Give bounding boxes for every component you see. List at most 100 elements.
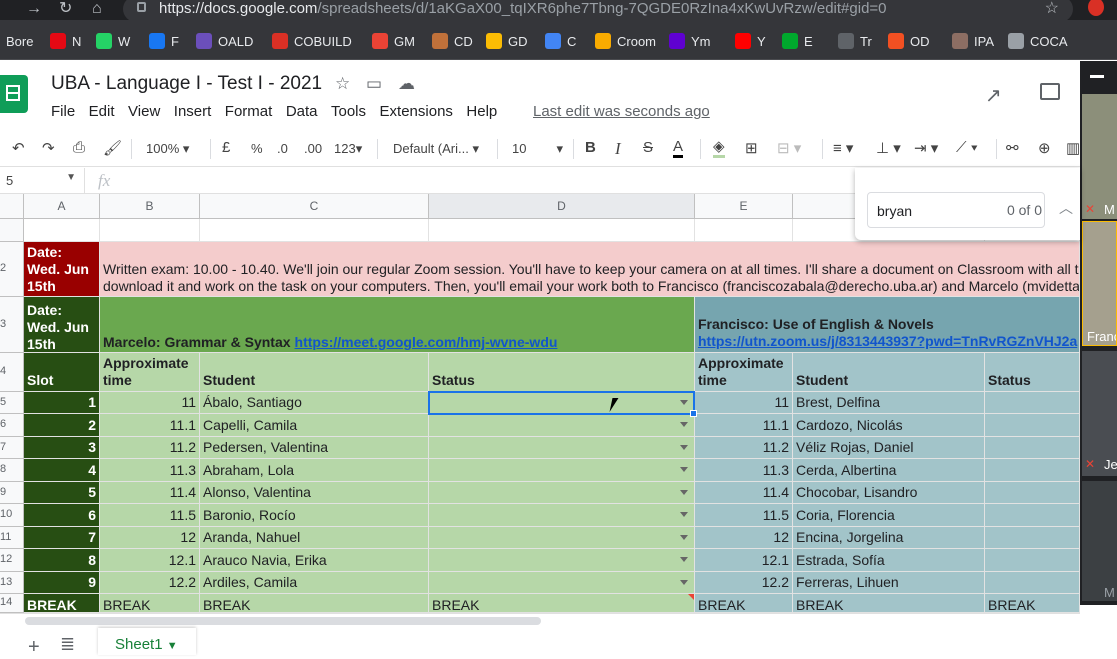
menu-view[interactable]: View (128, 103, 160, 120)
slot-cell[interactable]: 2 (24, 414, 100, 437)
menu-extensions[interactable]: Extensions (380, 103, 453, 120)
fill-handle[interactable] (690, 410, 697, 417)
header-cell[interactable]: Status (985, 353, 1080, 392)
status-cell[interactable] (985, 572, 1080, 594)
increase-decimal-button[interactable]: .00 (304, 141, 322, 156)
bold-button[interactable]: B (585, 139, 596, 156)
row-header[interactable]: 12 (0, 549, 24, 572)
status-cell[interactable] (985, 392, 1080, 414)
status-cell[interactable] (985, 437, 1080, 459)
bookmark-item[interactable]: Ym (669, 31, 711, 51)
dropdown-arrow-icon[interactable] (680, 557, 688, 562)
row-header[interactable]: 8 (0, 459, 24, 482)
dropdown-arrow-icon[interactable] (680, 467, 688, 472)
break-cell[interactable]: BREAK (24, 594, 100, 613)
student-cell[interactable]: Pedersen, Valentina (200, 437, 429, 459)
break-cell[interactable]: BREAK (200, 594, 429, 613)
bookmark-item[interactable]: Bore (0, 31, 33, 51)
time-cell[interactable]: 11.1 (695, 414, 793, 437)
time-cell[interactable]: 11.5 (100, 504, 200, 527)
font-family-select[interactable]: Default (Ari... ▾ (393, 141, 479, 157)
slot-cell[interactable]: 1 (24, 392, 100, 414)
time-cell[interactable]: 11 (695, 392, 793, 414)
row-header[interactable]: 7 (0, 437, 24, 459)
student-cell[interactable]: Coria, Florencia (793, 504, 985, 527)
sheets-logo-icon[interactable] (0, 75, 28, 113)
bookmark-item[interactable]: COCA (1008, 31, 1068, 51)
percent-format-button[interactable]: % (251, 141, 263, 156)
bookmark-item[interactable]: W (96, 31, 130, 51)
all-sheets-icon[interactable]: ≣ (60, 634, 75, 655)
time-cell[interactable]: 11 (100, 392, 200, 414)
more-formats-select[interactable]: 123▾ (334, 141, 362, 157)
student-cell[interactable]: Chocobar, Lisandro (793, 482, 985, 504)
add-sheet-button[interactable]: + (28, 636, 40, 659)
student-cell[interactable]: Encina, Jorgelina (793, 527, 985, 549)
currency-format-button[interactable]: £ (222, 139, 230, 156)
column-header[interactable]: E (695, 194, 793, 219)
header-cell[interactable]: Approximate time (100, 353, 200, 392)
corner-select-all[interactable] (0, 194, 24, 219)
student-cell[interactable]: Aranda, Nahuel (200, 527, 429, 549)
row-header[interactable]: 11 (0, 527, 24, 549)
strikethrough-button[interactable]: S (643, 139, 653, 156)
student-cell[interactable]: Cerda, Albertina (793, 459, 985, 482)
student-cell[interactable]: Arauco Navia, Erika (200, 549, 429, 572)
dropdown-arrow-icon[interactable] (680, 490, 688, 495)
row-header[interactable]: 13 (0, 572, 24, 594)
slot-cell[interactable]: 9 (24, 572, 100, 594)
student-cell[interactable]: Ábalo, Santiago (200, 392, 429, 414)
time-cell[interactable]: 12 (100, 527, 200, 549)
bookmark-item[interactable]: OD (888, 31, 930, 51)
slot-cell[interactable]: 3 (24, 437, 100, 459)
row-header[interactable]: 5 (0, 392, 24, 414)
slot-cell[interactable]: 7 (24, 527, 100, 549)
undo-icon[interactable]: ↶ (12, 139, 25, 157)
status-dropdown[interactable] (429, 437, 695, 459)
table-cell[interactable] (695, 219, 793, 242)
bookmark-item[interactable]: COBUILD (272, 31, 352, 51)
header-cell[interactable]: Student (200, 353, 429, 392)
merge-cells-icon[interactable]: ⊟ ▾ (777, 139, 801, 157)
last-edit-link[interactable]: Last edit was seconds ago (533, 103, 710, 120)
column-header[interactable]: A (24, 194, 100, 219)
time-cell[interactable]: 12.2 (100, 572, 200, 594)
dropdown-arrow-icon[interactable] (680, 422, 688, 427)
break-cell[interactable]: BREAK (429, 594, 695, 613)
time-cell[interactable]: 11.1 (100, 414, 200, 437)
row-header[interactable]: 4 (0, 353, 24, 392)
student-cell[interactable]: Véliz Rojas, Daniel (793, 437, 985, 459)
student-cell[interactable]: Abraham, Lola (200, 459, 429, 482)
column-header[interactable]: D (429, 194, 695, 219)
address-bar[interactable]: https://docs.google.com/spreadsheets/d/1… (123, 0, 1073, 22)
menu-help[interactable]: Help (466, 103, 497, 120)
menu-tools[interactable]: Tools (331, 103, 366, 120)
student-cell[interactable]: Ferreras, Lihuen (793, 572, 985, 594)
bookmark-item[interactable]: Tr (838, 31, 872, 51)
vertical-align-icon[interactable]: ⊥ ▾ (876, 139, 901, 157)
text-rotation-icon[interactable]: ⟋ ▾ (956, 139, 978, 156)
break-cell[interactable]: BREAK (793, 594, 985, 613)
student-cell[interactable]: Alonso, Valentina (200, 482, 429, 504)
insert-link-icon[interactable]: ⚯ (1006, 139, 1019, 157)
column-header[interactable]: C (200, 194, 429, 219)
row-header[interactable]: 14 (0, 594, 24, 613)
horizontal-align-icon[interactable]: ≡ ▾ (833, 139, 853, 157)
text-wrap-icon[interactable]: ⇥ ▾ (914, 139, 938, 157)
bookmark-item[interactable]: C (545, 31, 576, 51)
bookmark-item[interactable]: N (50, 31, 81, 51)
decrease-decimal-button[interactable]: .0 (277, 141, 288, 156)
bookmark-item[interactable]: GM (372, 31, 415, 51)
exam-instructions-cell[interactable]: Written exam: 10.00 - 10.40. We'll join … (100, 242, 1080, 297)
status-cell[interactable] (985, 504, 1080, 527)
break-cell[interactable]: BREAK (695, 594, 793, 613)
slot-cell[interactable]: 4 (24, 459, 100, 482)
student-cell[interactable]: Estrada, Sofía (793, 549, 985, 572)
student-cell[interactable]: Brest, Delfina (793, 392, 985, 414)
row-header[interactable]: 3 (0, 297, 24, 353)
redo-icon[interactable]: ↷ (42, 139, 55, 157)
francisco-session-cell[interactable]: Francisco: Use of English & Novels https:… (695, 297, 1080, 353)
time-cell[interactable]: 11.4 (100, 482, 200, 504)
row-header[interactable]: 9 (0, 482, 24, 504)
home-icon[interactable]: ⌂ (92, 0, 102, 18)
